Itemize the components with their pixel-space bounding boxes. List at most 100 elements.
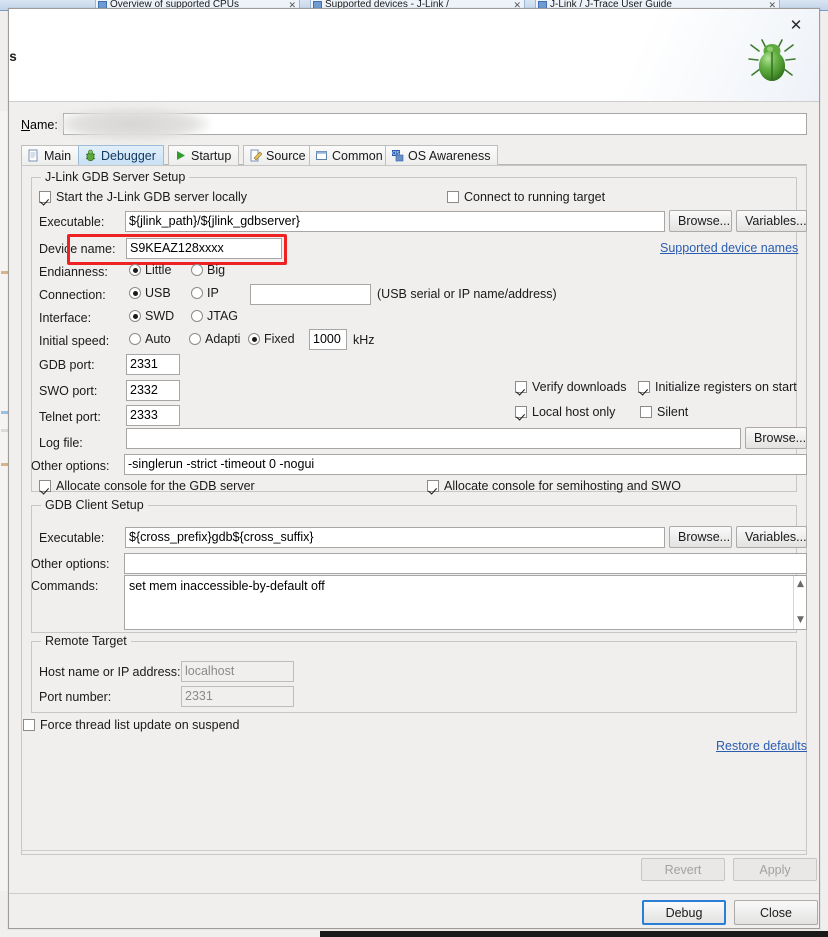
checkbox-label: Start the J-Link GDB server locally	[56, 190, 248, 204]
allocate-console-gdb-checkbox[interactable]: Allocate console for the GDB server	[39, 479, 255, 493]
tab-common[interactable]: Common	[309, 145, 391, 165]
interface-jtag-radio[interactable]: JTAG	[191, 309, 238, 323]
configuration-tabs: Main Debugger Startup Source Common OS O…	[21, 145, 807, 165]
tab-label: Common	[332, 148, 383, 163]
checkbox-label: Allocate console for semihosting and SWO	[444, 479, 681, 493]
initial-speed-fixed-radio[interactable]: Fixed	[248, 332, 295, 346]
radio-dot	[191, 310, 203, 322]
initialize-registers-checkbox[interactable]: Initialize registers on start	[638, 380, 797, 394]
tab-os-awareness[interactable]: OS OS Awareness	[385, 145, 499, 165]
checkbox-label: Force thread list update on suspend	[40, 718, 240, 732]
start-server-locally-checkbox[interactable]: Start the J-Link GDB server locally	[39, 190, 247, 204]
device-name-input[interactable]: S9KEAZ128xxxx	[126, 238, 282, 259]
host-name-input[interactable]: localhost	[181, 661, 294, 682]
checkbox-box	[638, 381, 650, 393]
swo-port-label: SWO port:	[39, 384, 98, 398]
endianness-little-radio[interactable]: Little	[129, 263, 171, 277]
swo-port-input[interactable]: 2332	[126, 380, 180, 401]
log-file-input[interactable]	[126, 428, 741, 449]
radio-label: Big	[207, 263, 226, 277]
tab-label: Source	[266, 148, 306, 163]
radio-dot	[129, 287, 141, 299]
radio-label: USB	[145, 286, 171, 300]
device-name-label: Device name:	[39, 242, 116, 256]
connection-usb-radio[interactable]: USB	[129, 286, 171, 300]
client-executable-label: Executable:	[39, 531, 105, 545]
server-executable-input[interactable]: ${jlink_path}/${jlink_gdbserver}	[125, 211, 665, 232]
connection-label: Connection:	[39, 288, 106, 302]
name-input[interactable]	[63, 113, 807, 135]
client-executable-browse-button[interactable]: Browse...	[669, 526, 732, 548]
interface-swd-radio[interactable]: SWD	[129, 309, 174, 323]
client-other-options-label: Other options:	[31, 557, 110, 571]
verify-downloads-checkbox[interactable]: Verify downloads	[515, 380, 627, 394]
speed-unit-label: kHz	[353, 333, 375, 347]
tab-label: Startup	[191, 148, 232, 163]
restore-defaults-link[interactable]: Restore defaults	[716, 739, 807, 753]
close-label: Close	[760, 905, 792, 920]
connection-hint-label: (USB serial or IP name/address)	[377, 287, 557, 301]
other-options-label: Other options:	[31, 459, 110, 473]
radio-dot	[129, 264, 141, 276]
host-sliver-mark	[1, 429, 8, 432]
checkbox-box	[515, 406, 527, 418]
common-window-icon	[315, 149, 328, 162]
server-executable-variables-button[interactable]: Variables...	[736, 210, 807, 232]
log-file-label: Log file:	[39, 436, 83, 450]
supported-device-names-link[interactable]: Supported device names	[660, 241, 798, 255]
window-bottom-shadow	[320, 931, 828, 937]
client-executable-input[interactable]: ${cross_prefix}gdb${cross_suffix}	[125, 527, 665, 548]
connection-address-input[interactable]	[250, 284, 371, 305]
radio-dot	[248, 333, 260, 345]
checkbox-box	[640, 406, 652, 418]
gdb-port-label: GDB port:	[39, 358, 95, 372]
tab-label: Debugger	[101, 148, 156, 163]
close-button[interactable]: Close	[734, 900, 818, 925]
initial-speed-auto-radio[interactable]: Auto	[129, 332, 171, 346]
force-thread-update-checkbox[interactable]: Force thread list update on suspend	[23, 718, 239, 732]
host-name-label: Host name or IP address:	[39, 665, 181, 679]
tab-main[interactable]: Main	[21, 145, 80, 165]
commands-value: set mem inaccessible-by-default off	[129, 579, 325, 593]
checkbox-box	[39, 480, 51, 492]
commands-scrollbar[interactable]: ▲ ▼	[793, 576, 806, 629]
footer-divider-bottom	[9, 893, 819, 894]
connection-ip-radio[interactable]: IP	[191, 286, 219, 300]
local-host-only-checkbox[interactable]: Local host only	[515, 405, 615, 419]
tab-label: OS Awareness	[408, 148, 491, 163]
checkbox-label: Verify downloads	[532, 380, 627, 394]
debug-button[interactable]: Debug	[642, 900, 726, 925]
chevron-down-icon[interactable]: ▼	[794, 614, 806, 627]
gdb-port-input[interactable]: 2331	[126, 354, 180, 375]
tab-startup[interactable]: Startup	[168, 145, 240, 165]
checkbox-box	[23, 719, 35, 731]
radio-label: Little	[145, 263, 172, 277]
dialog-close-icon[interactable]: ✕	[785, 15, 807, 35]
os-icon: OS	[391, 149, 404, 162]
connect-running-target-checkbox[interactable]: Connect to running target	[447, 190, 605, 204]
chevron-up-icon[interactable]: ▲	[794, 578, 806, 591]
checkbox-label: Initialize registers on start	[655, 380, 797, 394]
radio-label: Adapti	[205, 332, 241, 346]
server-other-options-input[interactable]: -singlerun -strict -timeout 0 -nogui	[124, 454, 807, 475]
client-other-options-input[interactable]	[124, 553, 807, 574]
debug-label: Debug	[665, 905, 703, 920]
server-executable-browse-button[interactable]: Browse...	[669, 210, 732, 232]
initial-speed-adaptive-radio[interactable]: Adapti	[189, 332, 240, 346]
radio-dot	[129, 333, 141, 345]
client-executable-variables-button[interactable]: Variables...	[736, 526, 807, 548]
silent-checkbox[interactable]: Silent	[640, 405, 688, 419]
telnet-port-input[interactable]: 2333	[126, 405, 180, 426]
tab-source[interactable]: Source	[243, 145, 314, 165]
server-executable-label: Executable:	[39, 215, 105, 229]
allocate-console-semihosting-checkbox[interactable]: Allocate console for semihosting and SWO	[427, 479, 681, 493]
debug-bug-icon	[84, 149, 97, 162]
checkbox-label: Connect to running target	[464, 190, 606, 204]
commands-textarea[interactable]: set mem inaccessible-by-default off ▲ ▼	[124, 575, 807, 630]
initial-speed-value-input[interactable]: 1000	[309, 329, 347, 350]
tab-debugger[interactable]: Debugger	[78, 145, 164, 165]
endianness-big-radio[interactable]: Big	[191, 263, 225, 277]
port-number-input[interactable]: 2331	[181, 686, 294, 707]
checkbox-label: Allocate console for the GDB server	[56, 479, 255, 493]
log-file-browse-button[interactable]: Browse...	[745, 427, 807, 449]
